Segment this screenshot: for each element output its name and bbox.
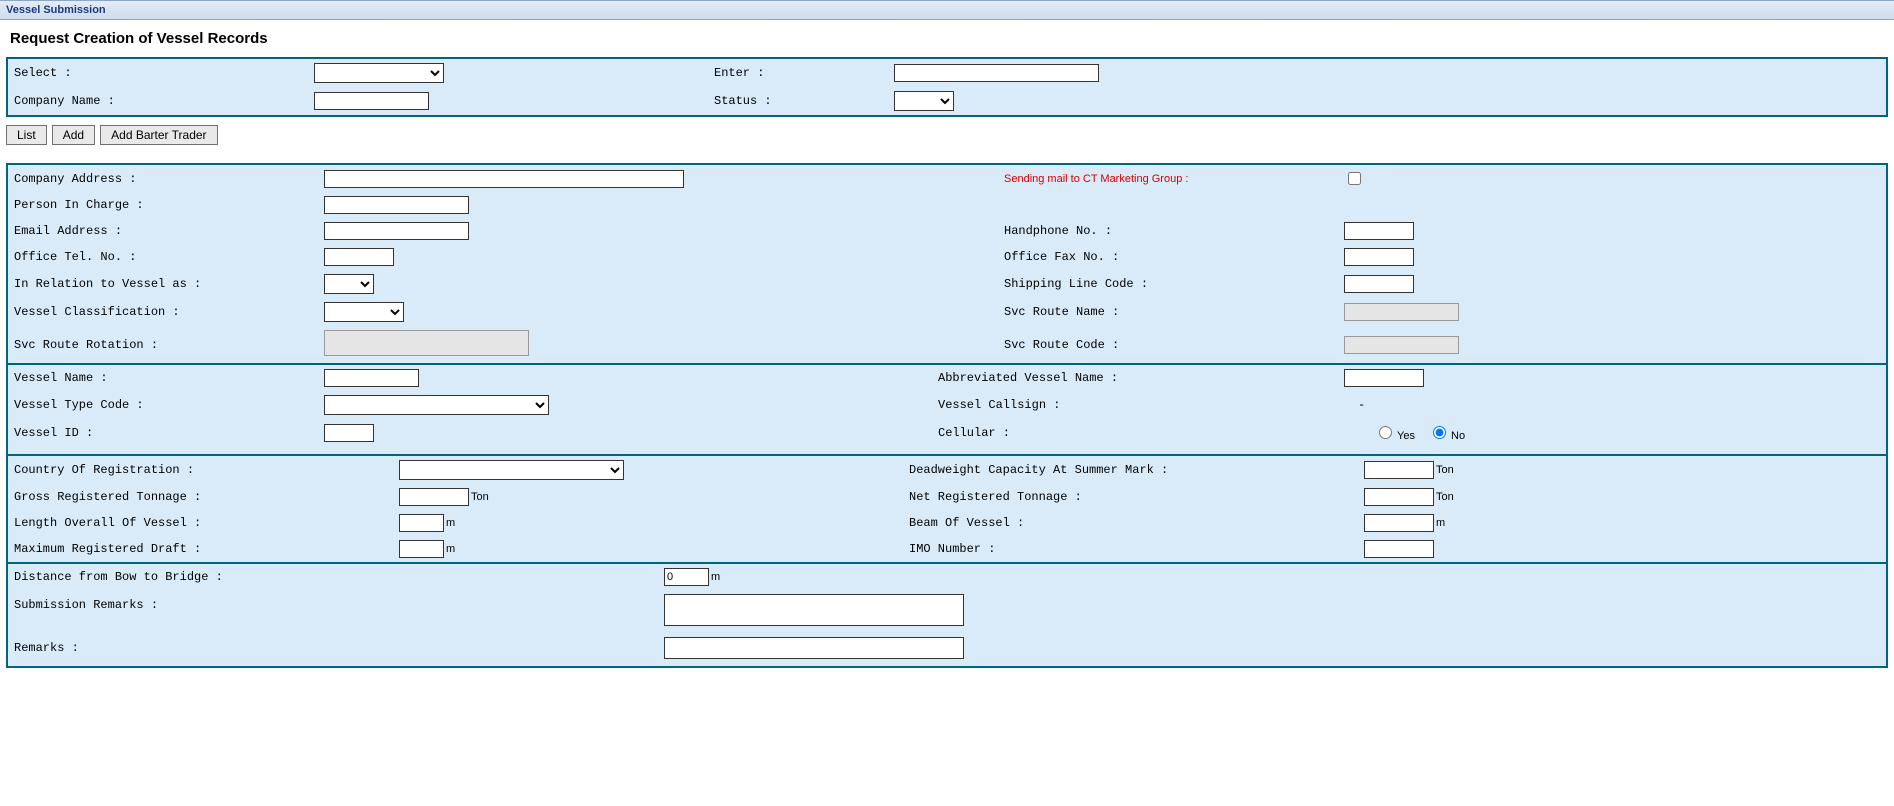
length-overall-input[interactable] [399, 514, 444, 532]
svc-route-rotation-textarea [324, 330, 529, 356]
net-registered-tonnage-label: Net Registered Tonnage : [909, 490, 1082, 504]
unit-m-2: m [1434, 517, 1445, 529]
maximum-registered-draft-input[interactable] [399, 540, 444, 558]
company-address-input[interactable] [324, 170, 684, 188]
net-registered-tonnage-input[interactable] [1364, 488, 1434, 506]
remarks-textarea[interactable] [664, 637, 964, 659]
office-tel-no-input[interactable] [324, 248, 394, 266]
svc-route-code-input [1344, 336, 1459, 354]
details-panel: Company Address : Sending mail to CT Mar… [6, 163, 1888, 668]
company-name-input[interactable] [314, 92, 429, 110]
imo-number-label: IMO Number : [909, 542, 995, 556]
office-tel-no-label: Office Tel. No. : [14, 250, 136, 264]
vessel-id-label: Vessel ID : [14, 426, 93, 440]
cellular-yes-label: Yes [1395, 430, 1425, 442]
cellular-no-radio[interactable] [1433, 426, 1446, 439]
email-address-input[interactable] [324, 222, 469, 240]
gross-registered-tonnage-label: Gross Registered Tonnage : [14, 490, 201, 504]
beam-of-vessel-label: Beam Of Vessel : [909, 516, 1024, 530]
company-name-label: Company Name : [14, 94, 115, 108]
header-bar: Vessel Submission [0, 0, 1894, 20]
filter-panel: Select : Enter : Company Name : Status : [6, 57, 1888, 117]
unit-ton-2: Ton [469, 491, 489, 503]
vessel-id-input[interactable] [324, 424, 374, 442]
add-button[interactable]: Add [52, 125, 95, 145]
maximum-registered-draft-label: Maximum Registered Draft : [14, 542, 201, 556]
handphone-no-label: Handphone No. : [1004, 224, 1112, 238]
submission-remarks-textarea[interactable] [664, 594, 964, 626]
office-fax-no-label: Office Fax No. : [1004, 250, 1119, 264]
gross-registered-tonnage-input[interactable] [399, 488, 469, 506]
cellular-no-label: No [1449, 430, 1475, 442]
shipping-line-code-label: Shipping Line Code : [1004, 277, 1148, 291]
beam-of-vessel-input[interactable] [1364, 514, 1434, 532]
vessel-classification-dropdown[interactable] [324, 302, 404, 322]
enter-input[interactable] [894, 64, 1099, 82]
svc-route-code-label: Svc Route Code : [1004, 338, 1119, 352]
vessel-name-input[interactable] [324, 369, 419, 387]
unit-m-1: m [444, 517, 455, 529]
distance-bow-bridge-input[interactable] [664, 568, 709, 586]
in-relation-label: In Relation to Vessel as : [14, 277, 201, 291]
select-dropdown[interactable] [314, 63, 444, 83]
remarks-label: Remarks : [14, 641, 79, 655]
add-barter-trader-button[interactable]: Add Barter Trader [100, 125, 217, 145]
svc-route-rotation-label: Svc Route Rotation : [14, 338, 158, 352]
cellular-label: Cellular : [938, 426, 1010, 440]
unit-m-4: m [709, 571, 720, 583]
vessel-type-code-dropdown[interactable] [324, 395, 549, 415]
vessel-classification-label: Vessel Classification : [14, 305, 180, 319]
select-label: Select : [14, 66, 72, 80]
svc-route-name-input [1344, 303, 1459, 321]
button-row: List Add Add Barter Trader [0, 121, 1894, 149]
vessel-callsign-label: Vessel Callsign : [938, 398, 1060, 412]
distance-bow-bridge-label: Distance from Bow to Bridge : [14, 570, 223, 584]
page-title: Request Creation of Vessel Records [0, 20, 1894, 57]
in-relation-dropdown[interactable] [324, 274, 374, 294]
abbrev-vessel-name-label: Abbreviated Vessel Name : [938, 371, 1118, 385]
length-overall-label: Length Overall Of Vessel : [14, 516, 201, 530]
submission-remarks-label: Submission Remarks : [14, 598, 158, 612]
company-address-label: Company Address : [14, 172, 136, 186]
imo-number-input[interactable] [1364, 540, 1434, 558]
vessel-type-code-label: Vessel Type Code : [14, 398, 144, 412]
country-of-registration-label: Country Of Registration : [14, 463, 194, 477]
deadweight-capacity-label: Deadweight Capacity At Summer Mark : [909, 463, 1168, 477]
office-fax-no-input[interactable] [1344, 248, 1414, 266]
enter-label: Enter : [714, 66, 764, 80]
person-in-charge-input[interactable] [324, 196, 469, 214]
country-of-registration-dropdown[interactable] [399, 460, 624, 480]
sending-mail-checkbox[interactable] [1348, 172, 1361, 185]
list-button[interactable]: List [6, 125, 47, 145]
deadweight-capacity-input[interactable] [1364, 461, 1434, 479]
svc-route-name-label: Svc Route Name : [1004, 305, 1119, 319]
unit-ton-3: Ton [1434, 491, 1454, 503]
vessel-name-label: Vessel Name : [14, 371, 108, 385]
sending-mail-label: Sending mail to CT Marketing Group : [1004, 173, 1188, 185]
vessel-callsign-value: - [1344, 398, 1365, 412]
shipping-line-code-input[interactable] [1344, 275, 1414, 293]
handphone-no-input[interactable] [1344, 222, 1414, 240]
cellular-yes-radio[interactable] [1379, 426, 1392, 439]
email-address-label: Email Address : [14, 224, 122, 238]
unit-m-3: m [444, 543, 455, 555]
status-dropdown[interactable] [894, 91, 954, 111]
status-label: Status : [714, 94, 772, 108]
unit-ton-1: Ton [1434, 464, 1454, 476]
header-title: Vessel Submission [6, 4, 106, 16]
person-in-charge-label: Person In Charge : [14, 198, 144, 212]
abbrev-vessel-name-input[interactable] [1344, 369, 1424, 387]
